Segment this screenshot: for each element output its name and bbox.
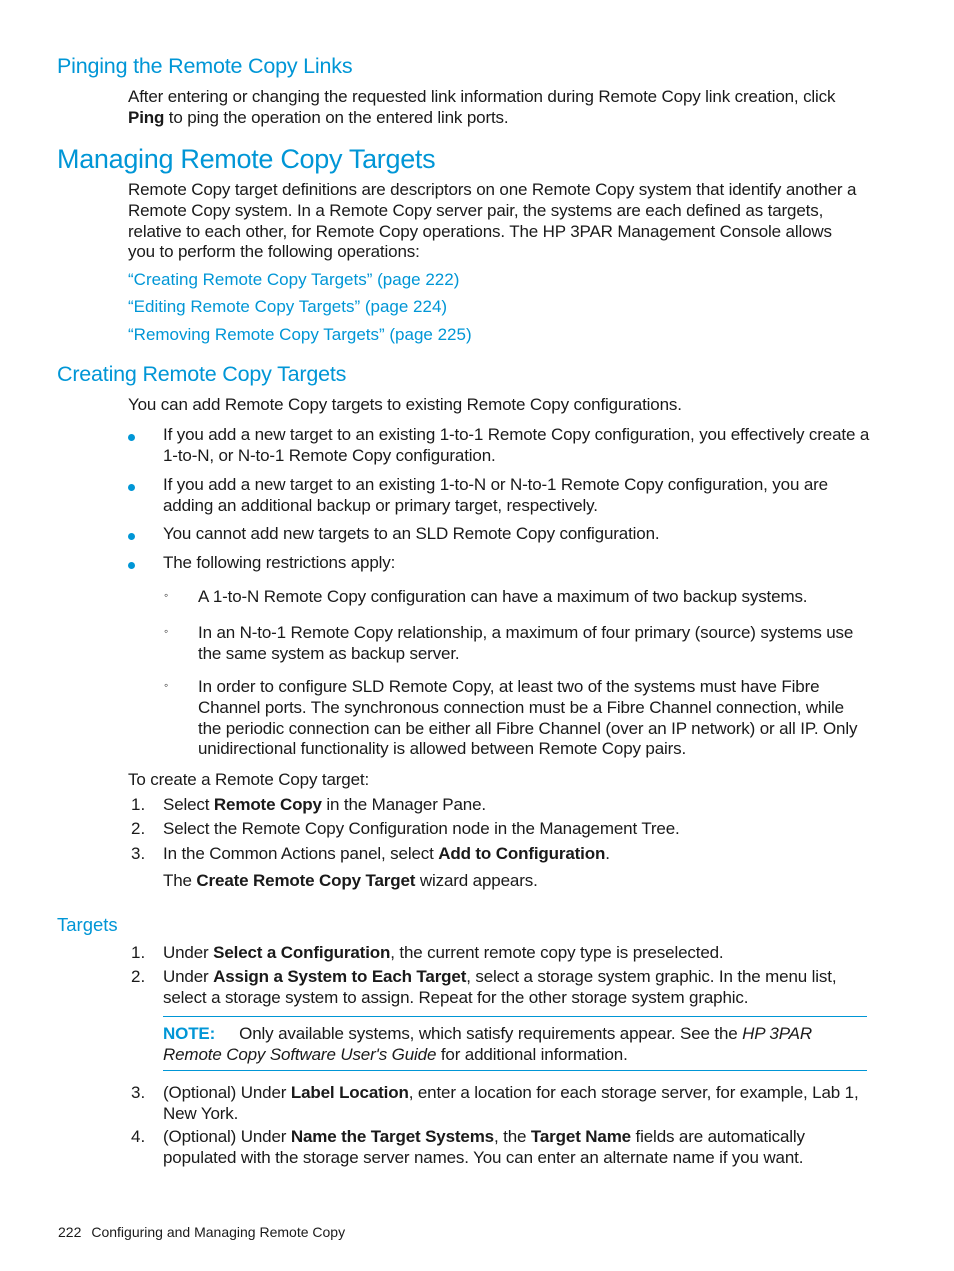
step-number: 3. <box>131 1083 146 1102</box>
step-bold: Assign a System to Each Target <box>213 967 467 986</box>
link-removing-targets[interactable]: “Removing Remote Copy Targets” (page 225… <box>128 325 472 345</box>
step-number: 2. <box>131 967 146 986</box>
targets-step-1: Under Select a Configuration, the curren… <box>163 943 873 964</box>
note-text: Only available systems, which satisfy re… <box>239 1024 743 1043</box>
sub-bullet-2: In an N-to-1 Remote Copy relationship, a… <box>198 623 854 663</box>
pinging-paragraph: After entering or changing the requested… <box>128 87 868 129</box>
managing-paragraph: Remote Copy target definitions are descr… <box>128 180 857 262</box>
step-bold: Select a Configuration <box>213 943 391 962</box>
page-footer: 222 Configuring and Managing Remote Copy <box>58 1224 345 1240</box>
wizard-name: Create Remote Copy Target <box>196 871 416 890</box>
step-bold: Target Name <box>530 1127 631 1146</box>
step-text: Under <box>163 943 214 962</box>
sub-bullet-1: A 1-to-N Remote Copy configuration can h… <box>198 587 808 606</box>
step-text: , the current remote copy type is presel… <box>390 943 724 962</box>
creating-bullet-2: If you add a new target to an existing 1… <box>163 475 828 515</box>
step-text: Select <box>163 795 214 814</box>
sub-bullet-icon: ◦ <box>164 624 169 638</box>
step-text: Under <box>163 967 214 986</box>
step-number: 2. <box>131 819 146 838</box>
step-result: The Create Remote Copy Target wizard app… <box>163 871 538 892</box>
pinging-text-pre: After entering or changing the requested… <box>128 87 836 106</box>
bullet-icon <box>128 533 135 540</box>
step-number: 1. <box>131 943 146 962</box>
sub-bullet-icon: ◦ <box>164 678 169 692</box>
targets-step-4: (Optional) Under Name the Target Systems… <box>163 1127 875 1169</box>
create-step-3: In the Common Actions panel, select Add … <box>163 844 610 865</box>
note-box: NOTE: Only available systems, which satis… <box>163 1024 873 1066</box>
step-bold: Label Location <box>290 1083 409 1102</box>
steps-intro: To create a Remote Copy target: <box>128 770 370 789</box>
creating-bullet-1: If you add a new target to an existing 1… <box>163 425 870 465</box>
step-text: (Optional) Under <box>163 1127 291 1146</box>
chapter-title: Configuring and Managing Remote Copy <box>91 1224 346 1240</box>
step-bold: Remote Copy <box>213 795 322 814</box>
create-step-1: Select Remote Copy in the Manager Pane. <box>163 795 486 816</box>
pinging-text-post: to ping the operation on the entered lin… <box>164 107 509 127</box>
creating-bullet-4: The following restrictions apply: <box>163 553 396 572</box>
ping-label: Ping <box>128 107 165 127</box>
step-text: wizard appears. <box>415 871 538 890</box>
targets-step-2: Under Assign a System to Each Target, se… <box>163 967 873 1009</box>
step-bold: Name the Target Systems <box>290 1127 494 1146</box>
section-heading-creating: Creating Remote Copy Targets <box>57 362 347 386</box>
page-number: 222 <box>58 1224 82 1240</box>
link-editing-targets[interactable]: “Editing Remote Copy Targets” (page 224) <box>128 297 447 317</box>
link-creating-targets[interactable]: “Creating Remote Copy Targets” (page 222… <box>128 270 459 290</box>
creating-bullet-3: You cannot add new targets to an SLD Rem… <box>163 524 660 543</box>
bullet-icon <box>128 434 135 441</box>
note-label: NOTE: <box>163 1024 216 1043</box>
creating-intro: You can add Remote Copy targets to exist… <box>128 395 682 414</box>
step-text: The <box>163 871 197 890</box>
bullet-icon <box>128 484 135 491</box>
targets-step-3: (Optional) Under Label Location, enter a… <box>163 1083 863 1125</box>
note-text: for additional information. <box>436 1044 628 1064</box>
step-text: (Optional) Under <box>163 1083 291 1102</box>
section-heading-pinging: Pinging the Remote Copy Links <box>57 54 353 78</box>
step-text: in the Manager Pane. <box>321 795 486 814</box>
sub-bullet-3: In order to configure SLD Remote Copy, a… <box>198 677 858 759</box>
create-step-2: Select the Remote Copy Configuration nod… <box>163 819 680 838</box>
note-top-rule <box>163 1016 867 1017</box>
step-bold: Add to Configuration <box>438 844 606 863</box>
step-number: 1. <box>131 795 146 814</box>
sub-bullet-icon: ◦ <box>164 588 169 602</box>
note-bottom-rule <box>163 1070 867 1071</box>
step-text: , the <box>494 1127 531 1146</box>
step-number: 3. <box>131 844 146 863</box>
step-text: . <box>605 844 610 863</box>
step-number: 4. <box>131 1127 146 1146</box>
step-text: In the Common Actions panel, select <box>163 844 439 863</box>
bullet-icon <box>128 562 135 569</box>
section-heading-managing: Managing Remote Copy Targets <box>57 144 436 174</box>
section-heading-targets: Targets <box>57 914 118 935</box>
